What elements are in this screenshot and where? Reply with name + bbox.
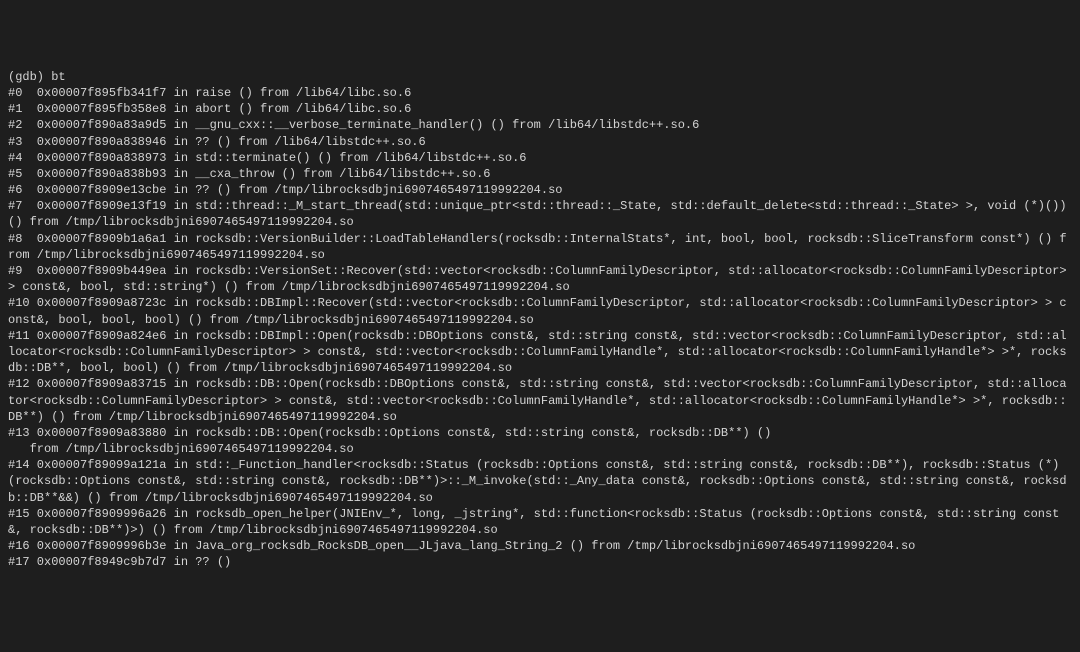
terminal-line: #11 0x00007f8909a824e6 in rocksdb::DBImp… [8, 328, 1072, 377]
terminal-line: #13 0x00007f8909a83880 in rocksdb::DB::O… [8, 425, 1072, 441]
terminal-line: #0 0x00007f895fb341f7 in raise () from /… [8, 85, 1072, 101]
terminal-line: #4 0x00007f890a838973 in std::terminate(… [8, 150, 1072, 166]
terminal-line: #9 0x00007f8909b449ea in rocksdb::Versio… [8, 263, 1072, 295]
terminal-output: (gdb) bt#0 0x00007f895fb341f7 in raise (… [8, 69, 1072, 571]
terminal-line: #8 0x00007f8909b1a6a1 in rocksdb::Versio… [8, 231, 1072, 263]
terminal-line: #7 0x00007f8909e13f19 in std::thread::_M… [8, 198, 1072, 230]
terminal-line: #5 0x00007f890a838b93 in __cxa_throw () … [8, 166, 1072, 182]
terminal-line: #15 0x00007f8909996a26 in rocksdb_open_h… [8, 506, 1072, 538]
terminal-line: #6 0x00007f8909e13cbe in ?? () from /tmp… [8, 182, 1072, 198]
terminal-line: #3 0x00007f890a838946 in ?? () from /lib… [8, 134, 1072, 150]
terminal-line: #12 0x00007f8909a83715 in rocksdb::DB::O… [8, 376, 1072, 425]
terminal-line: #10 0x00007f8909a8723c in rocksdb::DBImp… [8, 295, 1072, 327]
terminal-line: #2 0x00007f890a83a9d5 in __gnu_cxx::__ve… [8, 117, 1072, 133]
terminal-line: #1 0x00007f895fb358e8 in abort () from /… [8, 101, 1072, 117]
terminal-line: from /tmp/librocksdbjni69074654971199922… [8, 441, 1072, 457]
terminal-line: #14 0x00007f89099a121a in std::_Function… [8, 457, 1072, 506]
terminal-line: #17 0x00007f8949c9b7d7 in ?? () [8, 554, 1072, 570]
terminal-line: (gdb) bt [8, 69, 1072, 85]
terminal-line: #16 0x00007f8909996b3e in Java_org_rocks… [8, 538, 1072, 554]
